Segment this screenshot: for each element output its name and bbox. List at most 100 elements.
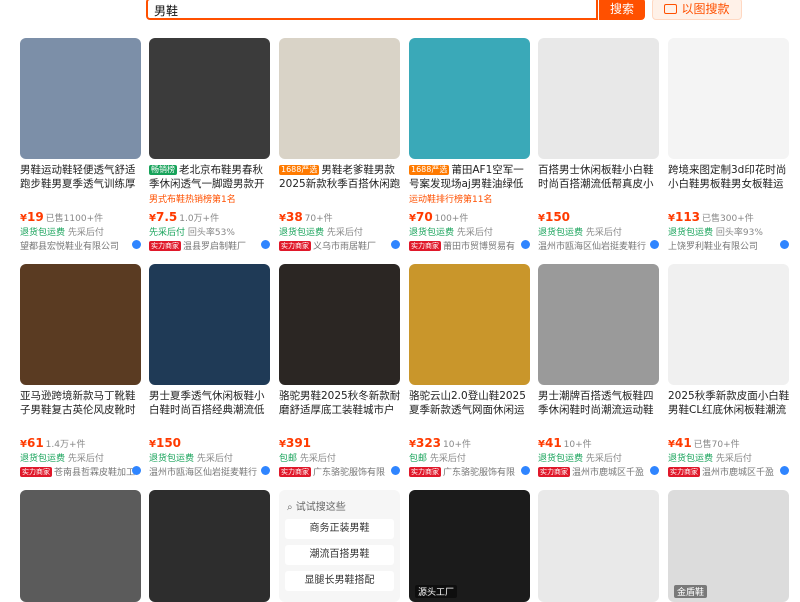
shop-name[interactable]: 实力商家 苍南县哲霖皮鞋加工 — [20, 465, 141, 478]
price-row: ¥150 — [149, 432, 273, 450]
product-tag: 1688严选 — [409, 165, 450, 175]
product-title-text: 男鞋运动鞋轻便透气舒适跑步鞋男夏季透气训练厚底户 — [20, 164, 136, 190]
shop-name-text: 广东骆驼服饰有限 — [443, 468, 516, 478]
product-title[interactable]: 畅销榜老北京布鞋男春秋季休闲透气一脚蹬男款开车工 — [149, 163, 273, 191]
payment-tag: 先采后付 — [715, 454, 752, 464]
product-image[interactable] — [149, 38, 270, 159]
suggestion-chip[interactable]: 商务正装男鞋 — [285, 519, 394, 539]
product-image[interactable] — [149, 264, 270, 385]
suggestion-chip[interactable]: 显腿长男鞋搭配 — [285, 571, 394, 591]
shop-name-text: 义乌市雨居鞋厂 — [313, 242, 377, 252]
price-row: ¥323 10+件 — [409, 432, 533, 450]
shipping-tag: 退货包运费 — [20, 228, 68, 238]
product-image[interactable] — [20, 38, 141, 159]
product-title-text: 男士潮牌百搭透气板鞋四季休闲鞋时尚潮流运动鞋男皮 — [538, 390, 654, 416]
product-title[interactable]: 男士夏季透气休闲板鞋小白鞋时尚百搭经典潮流低帮真 — [149, 389, 273, 417]
search-input[interactable] — [152, 1, 576, 19]
product-image[interactable] — [538, 264, 659, 385]
product-title-text: 骆驼云山2.0登山鞋2025夏季新款透气网面休闲运动鞋 — [409, 390, 526, 416]
shipping-tag: 包邮 — [279, 454, 300, 464]
shipping-info: 退货包运费 先采后付 — [20, 451, 104, 464]
shop-name[interactable]: 实力商家 温州市鹿城区千盈 — [668, 465, 789, 478]
product-image[interactable]: 源头工厂 — [409, 490, 530, 602]
image-label: 金盾鞋 — [674, 585, 708, 598]
shop-name[interactable]: 实力商家 温县罗启制鞋厂 — [149, 239, 270, 252]
wangwang-icon[interactable] — [391, 240, 400, 249]
shipping-tag: 包邮 — [409, 454, 430, 464]
shop-name[interactable]: 实力商家 义乌市雨居鞋厂 — [279, 239, 400, 252]
product-image[interactable] — [149, 490, 270, 602]
shop-name[interactable]: 望都县宏悦鞋业有限公司 — [20, 239, 141, 252]
shop-name[interactable]: 温州市瓯海区仙岩挺麦鞋行 — [538, 239, 659, 252]
shipping-tag: 退货包运费 — [409, 228, 457, 238]
product-image[interactable] — [538, 490, 659, 602]
product-image[interactable] — [409, 264, 530, 385]
product-title[interactable]: 亚马逊跨境新款马丁靴鞋子男鞋复古英伦风皮靴时尚高 — [20, 389, 144, 417]
shipping-info: 退货包运费 先采后付 — [279, 225, 363, 238]
product-title[interactable]: 跨境来图定制3d印花时尚小白鞋男板鞋男女板鞋运动 — [668, 163, 792, 191]
price-row: ¥150 — [538, 206, 662, 224]
verified-badge: 实力商家 — [409, 241, 441, 251]
product-title[interactable]: 男士潮牌百搭透气板鞋四季休闲鞋时尚潮流运动鞋男皮 — [538, 389, 662, 417]
product-title-text: 男士夏季透气休闲板鞋小白鞋时尚百搭经典潮流低帮真 — [149, 390, 265, 416]
shop-name[interactable]: 上饶罗利鞋业有限公司 — [668, 239, 789, 252]
price-row: ¥391 — [279, 432, 403, 450]
shop-name-text: 温州市瓯海区仙岩挺麦鞋行 — [538, 242, 647, 252]
wangwang-icon[interactable] — [261, 466, 270, 475]
product-title[interactable]: 骆驼云山2.0登山鞋2025夏季新款透气网面休闲运动鞋 — [409, 389, 533, 417]
shipping-tag: 先采后付 — [149, 228, 188, 238]
image-label: 源头工厂 — [415, 585, 458, 598]
verified-badge: 实力商家 — [149, 241, 181, 251]
wangwang-icon[interactable] — [261, 240, 270, 249]
product-image[interactable] — [20, 490, 141, 602]
product-title[interactable]: 1688严选男鞋老爹鞋男款2025新款秋季百搭休闲跑步鞋 — [279, 163, 403, 191]
product-image[interactable] — [668, 264, 789, 385]
wangwang-icon[interactable] — [521, 240, 530, 249]
search-suggestions: ⌕ 试试搜这些 商务正装男鞋 潮流百搭男鞋 显腿长男鞋搭配 — [279, 490, 400, 602]
product-image[interactable] — [20, 264, 141, 385]
product-image[interactable] — [279, 264, 400, 385]
shop-name[interactable]: 实力商家 温州市鹿城区千盈 — [538, 465, 659, 478]
wangwang-icon[interactable] — [650, 466, 659, 475]
sold-count: 10+件 — [443, 440, 472, 450]
product-image[interactable] — [538, 38, 659, 159]
shop-name[interactable]: 实力商家 广东骆驼服饰有限 — [409, 465, 530, 478]
product-title[interactable]: 百搭男士休闲板鞋小白鞋时尚百搭潮流低帮真皮小白鞋 — [538, 163, 662, 191]
search-button[interactable]: 搜索 — [599, 0, 645, 20]
wangwang-icon[interactable] — [391, 466, 400, 475]
sold-count: 70+件 — [304, 214, 333, 224]
wangwang-icon[interactable] — [650, 240, 659, 249]
price-row: ¥41 10+件 — [538, 432, 662, 450]
wangwang-icon[interactable] — [521, 466, 530, 475]
search-box[interactable] — [146, 0, 598, 20]
shop-name-text: 温州市瓯海区仙岩挺麦鞋行 — [149, 468, 258, 478]
sold-count: 1.4万+件 — [45, 440, 86, 450]
price-row: ¥61 1.4万+件 — [20, 432, 144, 450]
image-search-button[interactable]: 以图搜款 — [652, 0, 742, 20]
wangwang-icon[interactable] — [132, 240, 141, 249]
product-title[interactable]: 1688严选莆田AF1空军一号案发现场aj男鞋油绿低帮运动 — [409, 163, 533, 191]
shop-name-text: 温州市鹿城区千盈 — [702, 468, 775, 478]
shop-name[interactable]: 实力商家 莆田市贸博贸易有 — [409, 239, 530, 252]
verified-badge: 实力商家 — [20, 467, 52, 477]
product-image[interactable] — [279, 38, 400, 159]
product-image[interactable] — [668, 38, 789, 159]
wangwang-icon[interactable] — [132, 466, 141, 475]
sold-count: 100+件 — [434, 214, 469, 224]
product-title[interactable]: 骆驼男鞋2025秋冬新款耐磨舒适厚底工装鞋城市户外复 — [279, 389, 403, 417]
shop-name[interactable]: 温州市瓯海区仙岩挺麦鞋行 — [149, 465, 270, 478]
shop-name[interactable]: 实力商家 广东骆驼服饰有限 — [279, 465, 400, 478]
verified-badge: 实力商家 — [279, 241, 311, 251]
shop-name-text: 温县罗启制鞋厂 — [183, 242, 247, 252]
shop-name-text: 温州市鹿城区千盈 — [572, 468, 645, 478]
product-image[interactable] — [409, 38, 530, 159]
product-title[interactable]: 男鞋运动鞋轻便透气舒适跑步鞋男夏季透气训练厚底户 — [20, 163, 144, 191]
shipping-tag: 退货包运费 — [149, 454, 197, 464]
wangwang-icon[interactable] — [780, 466, 789, 475]
product-image[interactable]: 金盾鞋 — [668, 490, 789, 602]
suggestion-chip[interactable]: 潮流百搭男鞋 — [285, 545, 394, 565]
camera-icon — [664, 4, 678, 14]
product-title[interactable]: 2025秋季新款皮面小白鞋男鞋CL红底休闲板鞋潮流通 — [668, 389, 792, 417]
wangwang-icon[interactable] — [780, 240, 789, 249]
product-price: ¥41 — [538, 436, 562, 450]
